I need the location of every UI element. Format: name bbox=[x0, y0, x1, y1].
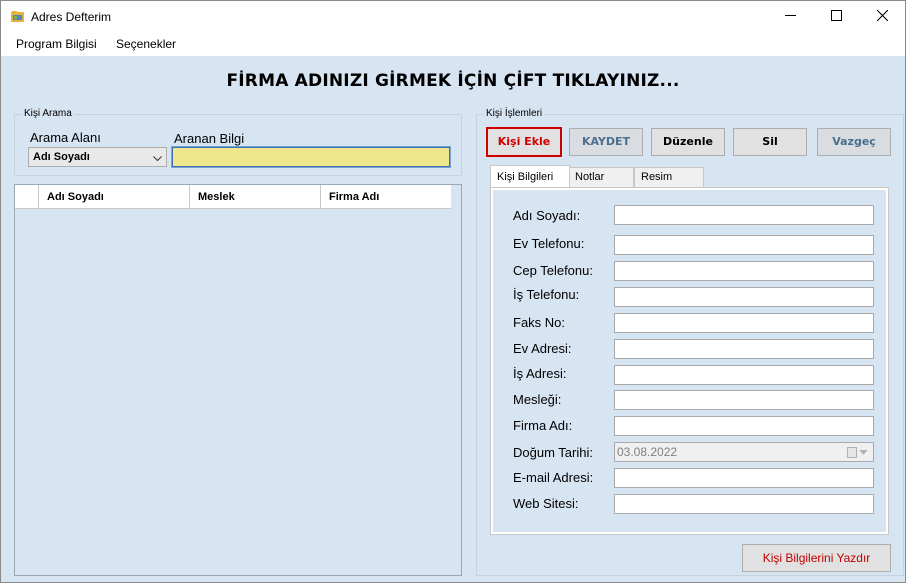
company-name-banner[interactable]: FİRMA ADINIZI GİRMEK İÇİN ÇİFT TIKLAYINI… bbox=[1, 71, 905, 91]
grid-column-meslek[interactable]: Meslek bbox=[190, 185, 321, 209]
menu-program-bilgisi[interactable]: Program Bilgisi bbox=[16, 37, 97, 51]
input-is-telefonu[interactable] bbox=[614, 287, 874, 307]
close-button[interactable] bbox=[859, 1, 905, 32]
label-cep-telefonu: Cep Telefonu: bbox=[513, 263, 593, 278]
input-cep-telefonu[interactable] bbox=[614, 261, 874, 281]
results-grid[interactable]: Adı Soyadı Meslek Firma Adı bbox=[14, 184, 462, 576]
tab-kisi-bilgileri[interactable]: Kişi Bilgileri bbox=[490, 165, 570, 187]
search-field-select[interactable]: Adı Soyadı bbox=[28, 147, 167, 167]
label-dogum-tarihi: Doğum Tarihi: bbox=[513, 445, 593, 460]
search-field-label: Arama Alanı bbox=[30, 130, 101, 145]
calendar-dropdown-icon bbox=[847, 447, 869, 461]
maximize-icon bbox=[830, 9, 842, 24]
input-adi-soyadi[interactable] bbox=[614, 205, 874, 225]
label-adi-soyadi: Adı Soyadı: bbox=[513, 208, 581, 223]
input-email-adresi[interactable] bbox=[614, 468, 874, 488]
input-ev-telefonu[interactable] bbox=[614, 235, 874, 255]
search-field-value: Adı Soyadı bbox=[33, 151, 90, 163]
chevron-down-icon bbox=[153, 153, 162, 165]
input-is-adresi[interactable] bbox=[614, 365, 874, 385]
grid-row-header-corner bbox=[15, 185, 39, 209]
person-operations-title: Kişi İşlemleri bbox=[484, 108, 545, 119]
window-title: Adres Defterim bbox=[31, 10, 112, 24]
search-group-title: Kişi Arama bbox=[22, 108, 74, 119]
title-bar[interactable]: Adres Defterim bbox=[1, 1, 905, 32]
input-firma-adi[interactable] bbox=[614, 416, 874, 436]
label-firma-adi: Firma Adı: bbox=[513, 418, 573, 433]
label-ev-adresi: Ev Adresi: bbox=[513, 341, 572, 356]
input-meslegi[interactable] bbox=[614, 390, 874, 410]
input-web-sitesi[interactable] bbox=[614, 494, 874, 514]
label-faks-no: Faks No: bbox=[513, 315, 566, 330]
label-email-adresi: E-mail Adresi: bbox=[513, 470, 594, 485]
edit-button[interactable]: Düzenle bbox=[651, 128, 725, 156]
maximize-button[interactable] bbox=[813, 1, 859, 32]
add-person-button[interactable]: Kişi Ekle bbox=[486, 127, 562, 157]
save-button[interactable]: KAYDET bbox=[569, 128, 643, 156]
birth-date-value: 03.08.2022 bbox=[617, 445, 678, 459]
birth-date-picker[interactable]: 03.08.2022 bbox=[614, 442, 874, 462]
tab-resim[interactable]: Resim bbox=[634, 167, 704, 187]
tab-notlar[interactable]: Notlar bbox=[568, 167, 634, 187]
input-faks-no[interactable] bbox=[614, 313, 874, 333]
app-window: Adres Defterim Program Bilgisi Seçenekle… bbox=[0, 0, 906, 583]
print-person-button[interactable]: Kişi Bilgilerini Yazdır bbox=[742, 544, 891, 572]
grid-column-firma-adi[interactable]: Firma Adı bbox=[321, 185, 451, 209]
address-book-icon bbox=[11, 11, 24, 22]
label-is-adresi: İş Adresi: bbox=[513, 366, 567, 381]
delete-button[interactable]: Sil bbox=[733, 128, 807, 156]
close-icon bbox=[876, 9, 888, 24]
grid-column-adi-soyadi[interactable]: Adı Soyadı bbox=[39, 185, 190, 209]
label-is-telefonu: İş Telefonu: bbox=[513, 287, 580, 302]
label-meslegi: Mesleği: bbox=[513, 392, 562, 407]
minimize-button[interactable] bbox=[767, 1, 813, 32]
input-ev-adresi[interactable] bbox=[614, 339, 874, 359]
grid-header: Adı Soyadı Meslek Firma Adı bbox=[15, 185, 451, 209]
label-web-sitesi: Web Sitesi: bbox=[513, 496, 579, 511]
menu-bar: Program Bilgisi Seçenekler bbox=[1, 32, 905, 56]
minimize-icon bbox=[784, 10, 796, 24]
search-query-label: Aranan Bilgi bbox=[174, 131, 245, 146]
search-query-input[interactable] bbox=[171, 146, 451, 168]
menu-secenekler[interactable]: Seçenekler bbox=[116, 37, 176, 51]
label-ev-telefonu: Ev Telefonu: bbox=[513, 236, 585, 251]
cancel-button[interactable]: Vazgeç bbox=[817, 128, 891, 156]
